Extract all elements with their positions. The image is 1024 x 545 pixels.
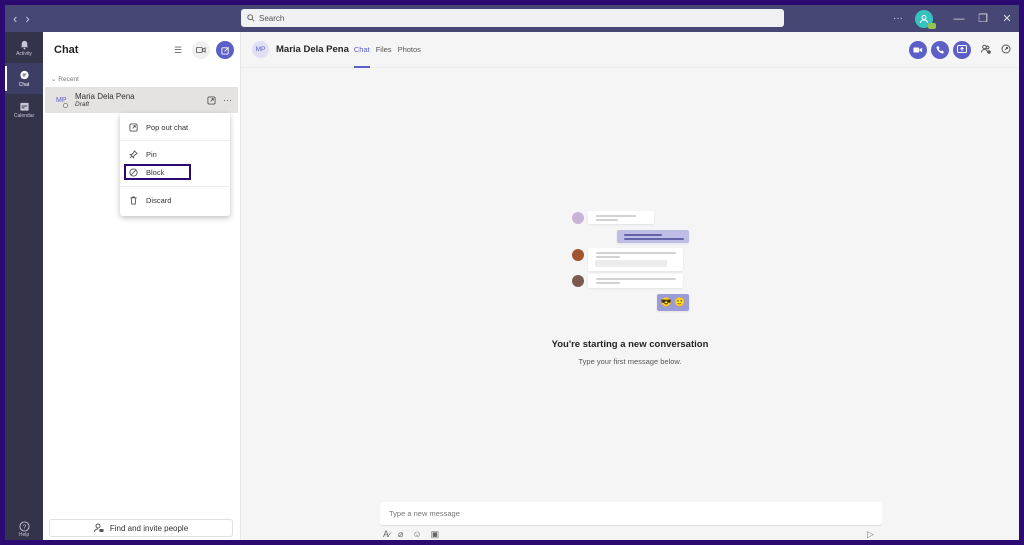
teams-window: ‹ › Search ··· — ❐ ✕ Activity Chat Calen… [5,5,1019,540]
avatar-illustration [572,249,584,261]
rail-item-calendar[interactable]: Calendar [5,94,43,125]
menu-item-pop-out-chat[interactable]: Pop out chat [120,119,230,135]
add-people-icon[interactable] [981,44,991,56]
calendar-icon [19,102,29,111]
title-bar: ‹ › Search ··· — ❐ ✕ [5,5,1019,32]
find-label: Find and invite people [109,523,189,533]
avatar-illustration [572,275,584,287]
chat-icon [19,70,29,79]
format-icon[interactable]: A̷ [383,529,389,540]
rail-label: Activity [16,50,32,57]
message-bubble [588,274,683,288]
pin-icon [129,149,138,159]
recent-section-header[interactable]: ⌄ Recent [43,75,240,87]
smile-emoji-icon: 🙂 [674,297,686,307]
pop-out-icon [129,122,138,132]
tab-chat[interactable]: Chat [353,32,370,68]
rail-item-help[interactable]: ? Help [5,521,43,538]
message-compose-box[interactable] [380,502,882,526]
trash-icon [130,195,137,205]
profile-avatar[interactable] [915,9,936,29]
svg-text:?: ? [22,524,26,531]
new-chat-button[interactable] [216,41,234,59]
emoji-bubble: 😎 🙂 [657,294,689,311]
more-options-icon[interactable]: ··· [223,95,232,105]
menu-item-label: Pop out chat [146,122,189,132]
attach-icon[interactable]: ⌀ [398,529,403,540]
chat-list-panel: Chat ☰ ⌄ Recent MP Maria Dela Pena Draft… [43,32,241,540]
rail-label: Chat [18,81,30,88]
help-icon: ? [18,521,30,532]
message-bubble [617,230,689,243]
chat-preview: Draft [75,101,90,108]
message-bubble [588,248,683,271]
meet-now-button[interactable] [192,41,210,59]
rail-label: Calendar [13,112,35,119]
rail-label: Help [18,532,30,538]
menu-item-pin[interactable]: Pin [120,146,230,162]
menu-divider [120,140,230,141]
chat-name: Maria Dela Pena [75,92,135,101]
contact-name: Maria Dela Pena [276,44,349,55]
block-highlight-box [124,164,191,180]
menu-divider [120,186,230,187]
bell-icon [20,40,28,50]
minimize-button[interactable]: — [947,13,971,25]
recent-label: Recent [58,76,79,83]
more-options-icon[interactable]: ··· [893,13,903,24]
status-badge [928,22,936,29]
compose-icon [220,46,229,55]
maximize-button[interactable]: ❐ [971,12,995,25]
search-placeholder: Search [259,13,285,23]
pop-out-icon[interactable] [207,95,216,105]
send-icon[interactable]: ▷ [867,529,874,540]
video-camera-icon [913,47,923,52]
tab-files[interactable]: Files [376,32,392,68]
pop-out-chat-icon[interactable] [1001,44,1011,56]
message-input[interactable] [389,509,882,518]
chat-list-item[interactable]: MP Maria Dela Pena Draft ··· [45,87,238,113]
menu-item-label: Pin [146,149,157,159]
back-arrow-icon[interactable]: ‹ [13,11,17,26]
menu-item-label: Discard [146,195,172,205]
share-screen-button[interactable] [953,40,971,59]
video-camera-icon [196,47,206,53]
empty-state-title: You're starting a new conversation [551,339,709,350]
contact-avatar: MP [252,41,269,58]
search-icon [247,14,255,22]
new-conversation-illustration: 😎 🙂 [568,206,689,316]
tab-photos[interactable]: Photos [398,32,421,68]
compose-toolbar: A̷ ⌀ ☺ ▣ [383,529,439,540]
forward-arrow-icon[interactable]: › [25,11,29,26]
rail-item-activity[interactable]: Activity [5,32,43,63]
avatar-illustration [572,212,584,224]
search-box[interactable]: Search [241,9,784,27]
presence-icon [63,102,68,108]
chat-context-menu: Pop out chat Pin Block Discard [120,113,230,216]
conversation-pane: MP Maria Dela Pena Chat Files Photos 😎 🙂… [241,32,1019,540]
video-call-button[interactable] [909,40,927,59]
message-bubble [588,211,654,224]
panel-title: Chat [54,44,79,56]
phone-icon [935,45,944,54]
menu-item-discard[interactable]: Discard [120,192,230,208]
invite-person-icon [93,523,104,533]
close-button[interactable]: ✕ [995,12,1019,25]
gif-icon[interactable]: ▣ [431,529,440,540]
contact-avatar: MP [56,97,73,108]
avatar-initials: MP [255,46,266,53]
rail-item-chat[interactable]: Chat [5,63,43,94]
filter-icon[interactable]: ☰ [170,45,186,56]
sunglasses-emoji-icon: 😎 [660,297,672,307]
app-rail: Activity Chat Calendar ? Help [5,32,43,540]
empty-state-subtitle: Type your first message below. [578,357,682,366]
person-icon [920,14,928,23]
find-and-invite-button[interactable]: Find and invite people [49,519,233,537]
audio-call-button[interactable] [931,40,949,59]
share-screen-icon [957,45,967,53]
emoji-icon[interactable]: ☺ [412,529,421,540]
